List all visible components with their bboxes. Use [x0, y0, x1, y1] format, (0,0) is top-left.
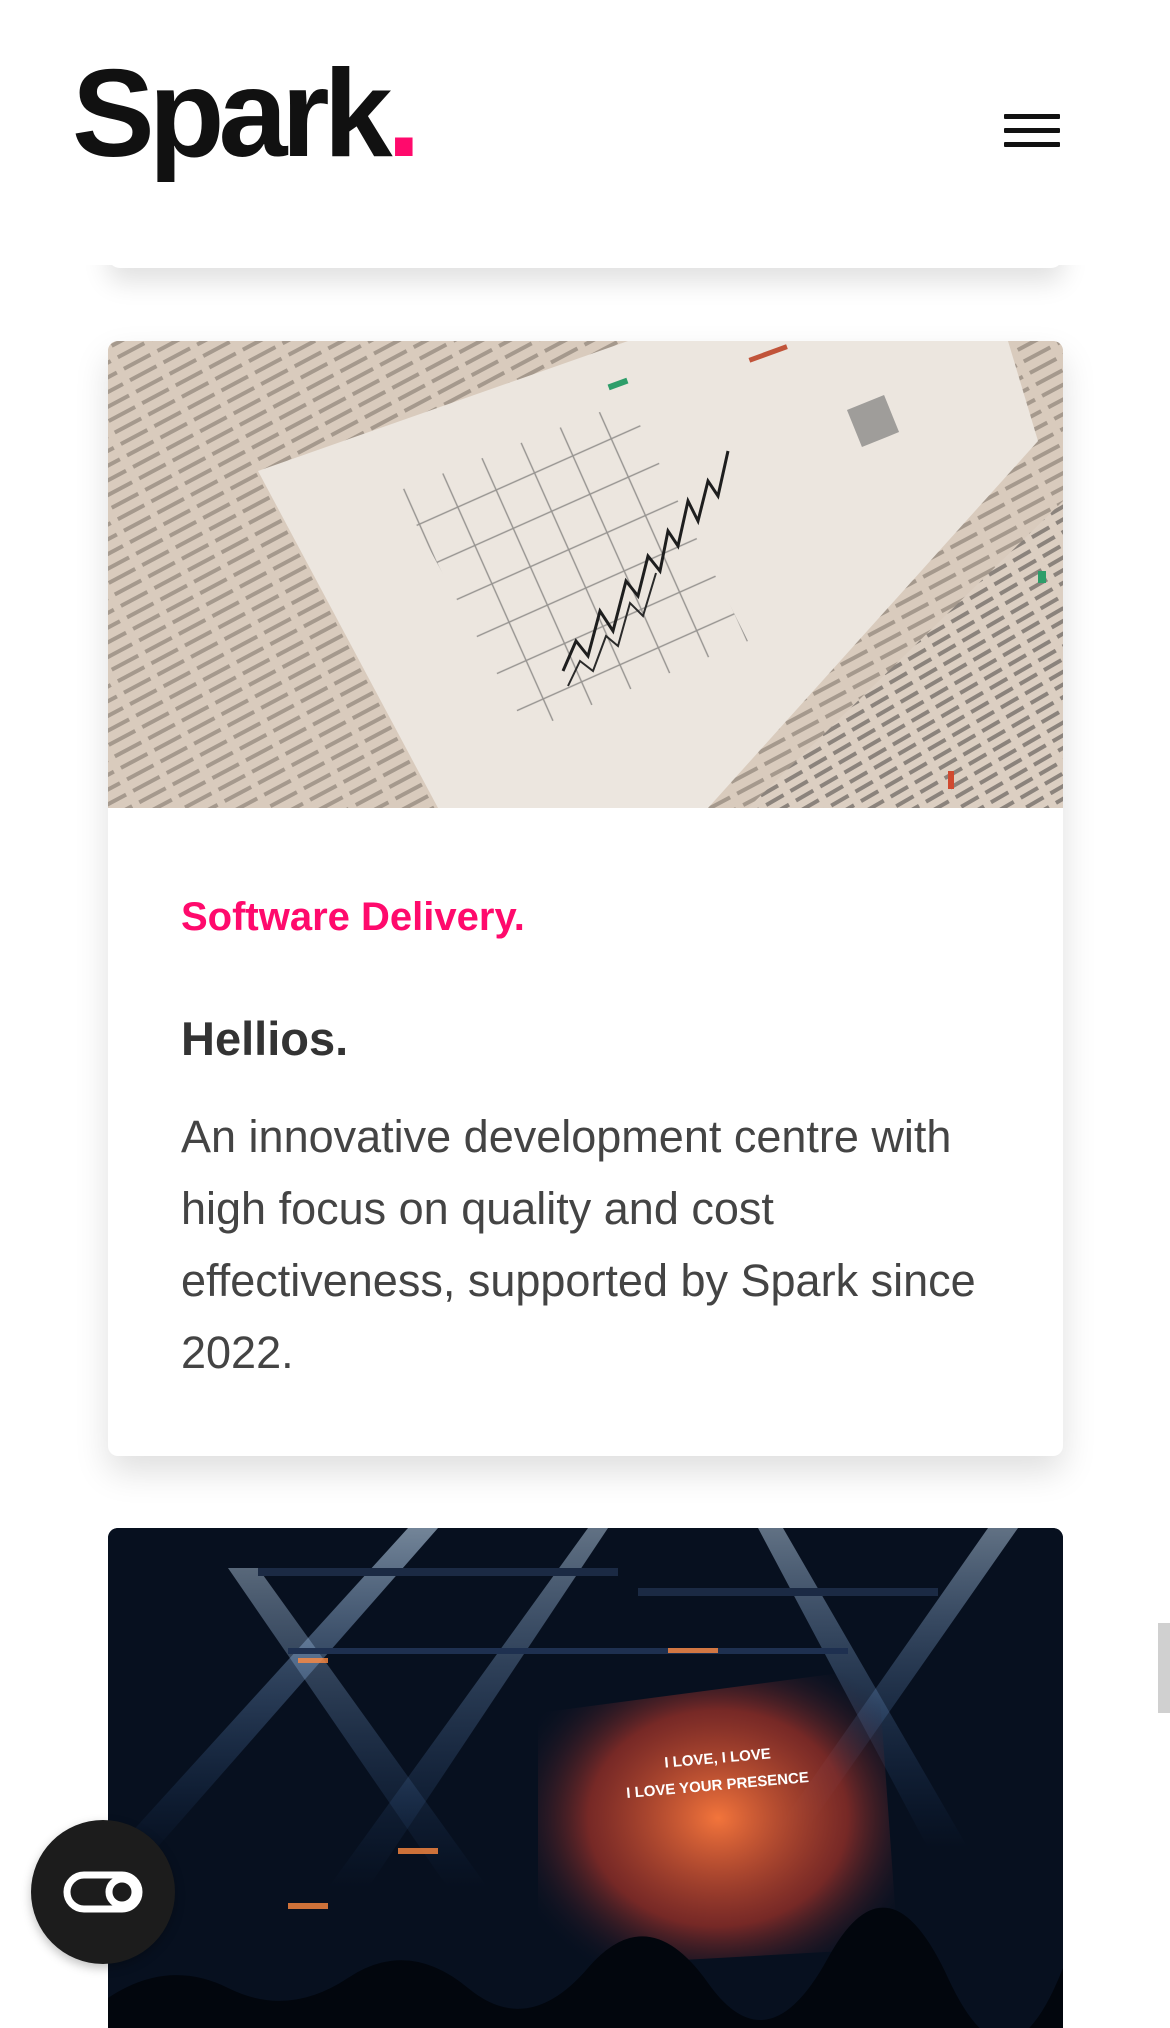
- menu-line: [1004, 114, 1060, 119]
- card-image: [108, 341, 1063, 808]
- toggle-glyph-icon: [63, 1871, 143, 1913]
- spark-logo[interactable]: Spark.: [72, 52, 421, 176]
- site-header: Spark.: [0, 0, 1170, 265]
- card-category: Software Delivery.: [181, 895, 525, 939]
- concert-image: I LOVE, I LOVE I LOVE YOUR PRESENCE: [108, 1528, 1063, 2028]
- menu-line: [1004, 128, 1060, 133]
- logo-dot: .: [386, 45, 422, 183]
- project-card[interactable]: Software Delivery. Hellios. An innovativ…: [108, 341, 1063, 1456]
- next-project-card[interactable]: I LOVE, I LOVE I LOVE YOUR PRESENCE: [108, 1528, 1063, 2028]
- scrollbar-thumb[interactable]: [1158, 1623, 1170, 1713]
- card-title[interactable]: Hellios.: [181, 1011, 348, 1066]
- card-description: An innovative development centre with hi…: [181, 1111, 976, 1378]
- hamburger-menu-icon[interactable]: [1004, 110, 1066, 158]
- accessibility-toggle-icon[interactable]: [31, 1820, 175, 1964]
- menu-line: [1004, 142, 1060, 147]
- logo-text: Spark: [72, 45, 393, 183]
